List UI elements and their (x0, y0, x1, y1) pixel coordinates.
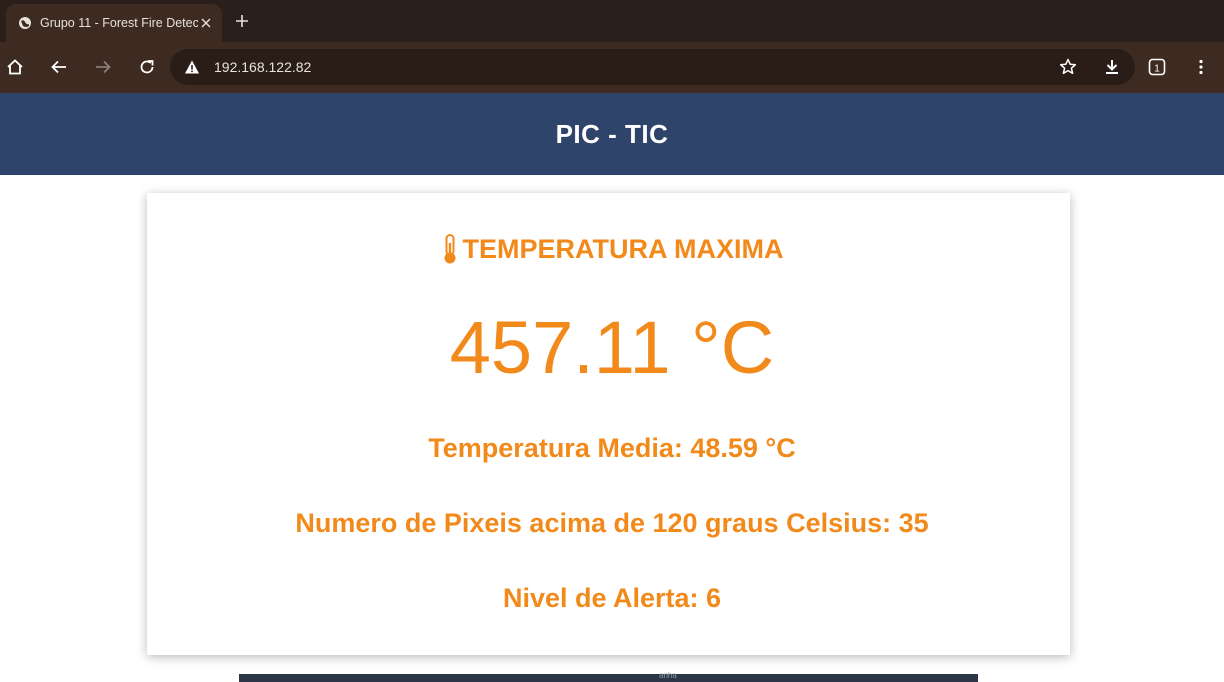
tab-count-icon: 1 (1148, 58, 1166, 76)
map-label: anha (659, 671, 677, 680)
card-heading: TEMPERATURA MAXIMA (0, 233, 1224, 265)
tab-title: Grupo 11 - Forest Fire Detec (40, 16, 198, 30)
page-title: PIC - TIC (555, 118, 669, 149)
map-preview[interactable]: anha (239, 671, 978, 682)
url-text: 192.168.122.82 (214, 59, 312, 75)
back-button[interactable] (46, 54, 72, 80)
bookmark-star-icon[interactable] (1058, 57, 1078, 77)
tab-count: 1 (1154, 63, 1160, 74)
arrow-right-icon (96, 60, 111, 74)
browser-tab[interactable]: Grupo 11 - Forest Fire Detec (6, 4, 222, 42)
reload-icon (140, 60, 154, 74)
alert-level: Nivel de Alerta: 6 (502, 583, 722, 613)
tab-switcher-button[interactable]: 1 (1144, 54, 1170, 80)
download-icon[interactable] (1102, 57, 1122, 77)
forward-button[interactable] (90, 54, 116, 80)
max-temperature-value: 457.11 °C (449, 306, 775, 389)
more-vert-icon (1199, 59, 1203, 75)
new-tab-button[interactable] (231, 10, 253, 32)
menu-button[interactable] (1188, 54, 1214, 80)
close-tab-icon[interactable] (198, 15, 214, 31)
average-temperature: Temperatura Media: 48.59 °C (428, 433, 796, 463)
arrow-left-icon (51, 60, 66, 74)
thermometer-icon (441, 233, 459, 265)
pixels-above-threshold: Numero de Pixeis acima de 120 graus Cels… (295, 508, 929, 538)
page-header: PIC - TIC (0, 93, 1224, 175)
address-bar[interactable]: 192.168.122.82 (170, 49, 1135, 85)
card-heading-text: TEMPERATURA MAXIMA (462, 233, 784, 264)
reload-button[interactable] (134, 54, 160, 80)
not-secure-icon[interactable] (184, 59, 200, 75)
browser-tab-bar: Grupo 11 - Forest Fire Detec (0, 0, 1224, 42)
home-icon (7, 59, 23, 75)
globe-icon (18, 16, 32, 30)
home-button[interactable] (2, 54, 28, 80)
